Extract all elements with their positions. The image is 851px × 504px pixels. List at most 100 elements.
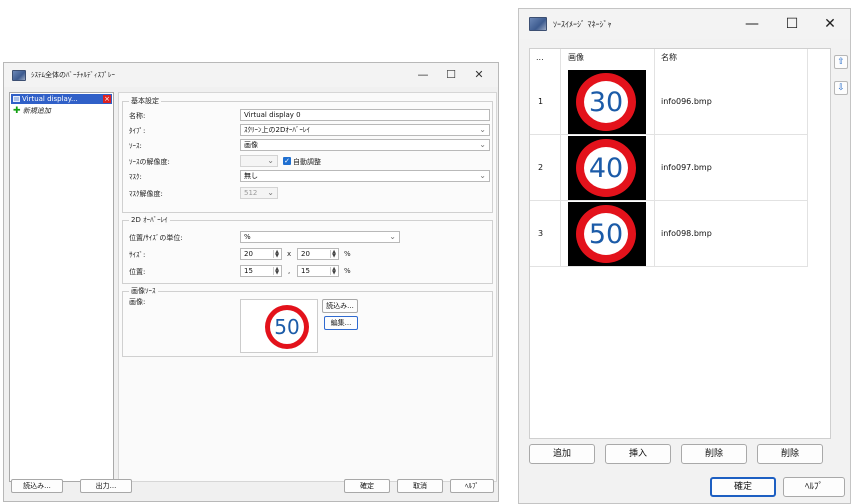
delete-button[interactable]: 削除: [681, 444, 747, 464]
load-button[interactable]: 読込み...: [11, 479, 63, 493]
speed-sign-number: 40: [584, 147, 628, 189]
add-button[interactable]: 追加: [529, 444, 595, 464]
table-row[interactable]: 3 50 info098.bmp: [530, 201, 808, 267]
mask-label: ﾏｽｸ:: [129, 173, 142, 181]
virtual-display-dialog: ｼｽﾃﾑ全体のﾊﾞｰﾁｬﾙﾃﾞｨｽﾌﾟﾚｰ — ☐ ✕ Virtual disp…: [3, 62, 499, 502]
tree-item-virtual-display[interactable]: Virtual display... ×: [11, 94, 112, 104]
move-up-button[interactable]: ⇧: [834, 55, 848, 69]
unit-label: 位置/ｻｲｽﾞの単位:: [129, 234, 183, 242]
table-row[interactable]: 1 30 info096.bmp: [530, 69, 808, 135]
delete-all-button[interactable]: 削除: [757, 444, 823, 464]
row-filename: info097.bmp: [661, 163, 712, 172]
display-icon: [13, 96, 20, 102]
size-width-value: 20: [244, 250, 253, 258]
manager-titlebar: ｿｰｽｲﾒｰｼﾞ ﾏﾈｰｼﾞｬ — ☐ ✕: [519, 9, 850, 39]
maximize-button[interactable]: ☐: [438, 63, 464, 87]
spin-arrows-icon[interactable]: ▲ ▼: [330, 267, 337, 276]
load-image-button[interactable]: 読込み...: [322, 299, 358, 313]
image-grid: ... 画像 名称 1 30 info096.bmp 2 40 info097.…: [529, 48, 831, 439]
tree-item-label: Virtual display...: [22, 95, 78, 103]
auto-adjust-checkbox[interactable]: ✓: [283, 157, 291, 165]
size-separator: x: [287, 250, 292, 258]
minimize-button[interactable]: —: [732, 9, 772, 39]
type-label: ﾀｲﾌﾟ:: [129, 127, 146, 135]
dialog-titlebar: ｼｽﾃﾑ全体のﾊﾞｰﾁｬﾙﾃﾞｨｽﾌﾟﾚｰ — ☐ ✕: [4, 63, 498, 87]
size-width-stepper[interactable]: 20 ▲ ▼: [240, 248, 282, 260]
chevron-down-icon: ⌄: [479, 171, 486, 180]
chevron-down-icon: ⌄: [479, 125, 486, 134]
overlay-title: 2D ｵｰﾊﾞｰﾚｲ: [129, 215, 170, 225]
row-filename: info098.bmp: [661, 229, 712, 238]
ok-button[interactable]: 確定: [710, 477, 776, 497]
unit-select[interactable]: % ⌄: [240, 231, 400, 243]
speed-sign-number: 50: [270, 310, 304, 344]
app-window-icon: [529, 17, 547, 31]
tree-item-add-new[interactable]: ✚ 新規追加: [13, 106, 51, 116]
row-index: 1: [538, 97, 544, 106]
spin-arrows-icon[interactable]: ▲ ▼: [273, 250, 280, 259]
mask-select[interactable]: 無し ⌄: [240, 170, 490, 182]
speed-sign-image: 50: [265, 305, 309, 349]
size-height-stepper[interactable]: 20 ▲ ▼: [297, 248, 339, 260]
row-index: 3: [538, 229, 544, 238]
app-window-icon: [12, 69, 26, 81]
export-button[interactable]: 出力...: [80, 479, 132, 493]
spin-arrows-icon[interactable]: ▲ ▼: [273, 267, 280, 276]
mask-resolution-label: ﾏｽｸ解像度:: [129, 190, 163, 198]
insert-button[interactable]: 挿入: [605, 444, 671, 464]
column-header-name: 名称: [661, 53, 677, 62]
size-height-value: 20: [301, 250, 310, 258]
position-separator: ,: [288, 267, 291, 275]
close-button[interactable]: ✕: [810, 9, 850, 39]
row-thumbnail: 30: [568, 70, 646, 134]
type-select[interactable]: ｽｸﾘｰﾝ上の2Dｵｰﾊﾞｰﾚｲ ⌄: [240, 124, 490, 136]
speed-sign-number: 50: [584, 213, 628, 255]
row-index: 2: [538, 163, 544, 172]
image-preview: 50: [240, 299, 318, 353]
size-label: ｻｲｽﾞ:: [129, 251, 146, 259]
maximize-button[interactable]: ☐: [772, 9, 812, 39]
image-source-group: 画像ｿｰｽ 画像: 50 読込み... 編集...: [122, 286, 493, 357]
arrow-down-icon: ⇩: [837, 83, 845, 93]
minimize-button[interactable]: —: [410, 63, 436, 87]
source-value: 画像: [244, 141, 258, 149]
add-new-label: 新規追加: [22, 107, 51, 115]
move-down-button[interactable]: ⇩: [834, 81, 848, 95]
source-label: ｿｰｽ:: [129, 142, 142, 150]
position-label: 位置:: [129, 268, 146, 276]
position-y-value: 15: [301, 267, 310, 275]
cancel-button[interactable]: 取消: [397, 479, 443, 493]
name-label: 名称:: [129, 112, 146, 120]
name-input[interactable]: Virtual display 0: [240, 109, 490, 121]
speed-sign-image: 30: [576, 73, 636, 131]
position-x-stepper[interactable]: 15 ▲ ▼: [240, 265, 282, 277]
help-button[interactable]: ﾍﾙﾌﾟ: [783, 477, 845, 497]
display-tree: Virtual display... × ✚ 新規追加: [9, 92, 114, 482]
plus-icon: ✚: [13, 106, 21, 116]
settings-panel: 基本設定 名称: Virtual display 0 ﾀｲﾌﾟ: ｽｸﾘｰﾝ上の…: [118, 92, 497, 482]
edit-image-button[interactable]: 編集...: [324, 316, 358, 330]
speed-sign-image: 50: [576, 205, 636, 263]
help-button[interactable]: ﾍﾙﾌﾟ: [450, 479, 494, 493]
row-thumbnail: 40: [568, 136, 646, 200]
arrow-up-icon: ⇧: [837, 57, 845, 67]
unit-value: %: [244, 233, 251, 241]
mask-value: 無し: [244, 172, 258, 180]
source-select[interactable]: 画像 ⌄: [240, 139, 490, 151]
speed-sign-image: 40: [576, 139, 636, 197]
spin-arrows-icon[interactable]: ▲ ▼: [330, 250, 337, 259]
overlay-group: 2D ｵｰﾊﾞｰﾚｲ 位置/ｻｲｽﾞの単位: % ⌄ ｻｲｽﾞ: 20 ▲ ▼ x 2…: [122, 215, 493, 284]
ok-button[interactable]: 確定: [344, 479, 390, 493]
close-button[interactable]: ✕: [466, 63, 492, 87]
size-unit: %: [344, 250, 351, 258]
delete-icon[interactable]: ×: [103, 95, 111, 103]
basic-settings-title: 基本設定: [129, 96, 161, 106]
column-header-image: 画像: [568, 53, 584, 62]
mask-resolution-select[interactable]: 512 ⌄: [240, 187, 278, 199]
resolution-select[interactable]: ⌄: [240, 155, 278, 167]
speed-sign-number: 30: [584, 81, 628, 123]
basic-settings-group: 基本設定 名称: Virtual display 0 ﾀｲﾌﾟ: ｽｸﾘｰﾝ上の…: [122, 96, 493, 213]
dialog-title: ｼｽﾃﾑ全体のﾊﾞｰﾁｬﾙﾃﾞｨｽﾌﾟﾚｰ: [31, 71, 115, 79]
table-row[interactable]: 2 40 info097.bmp: [530, 135, 808, 201]
position-y-stepper[interactable]: 15 ▲ ▼: [297, 265, 339, 277]
